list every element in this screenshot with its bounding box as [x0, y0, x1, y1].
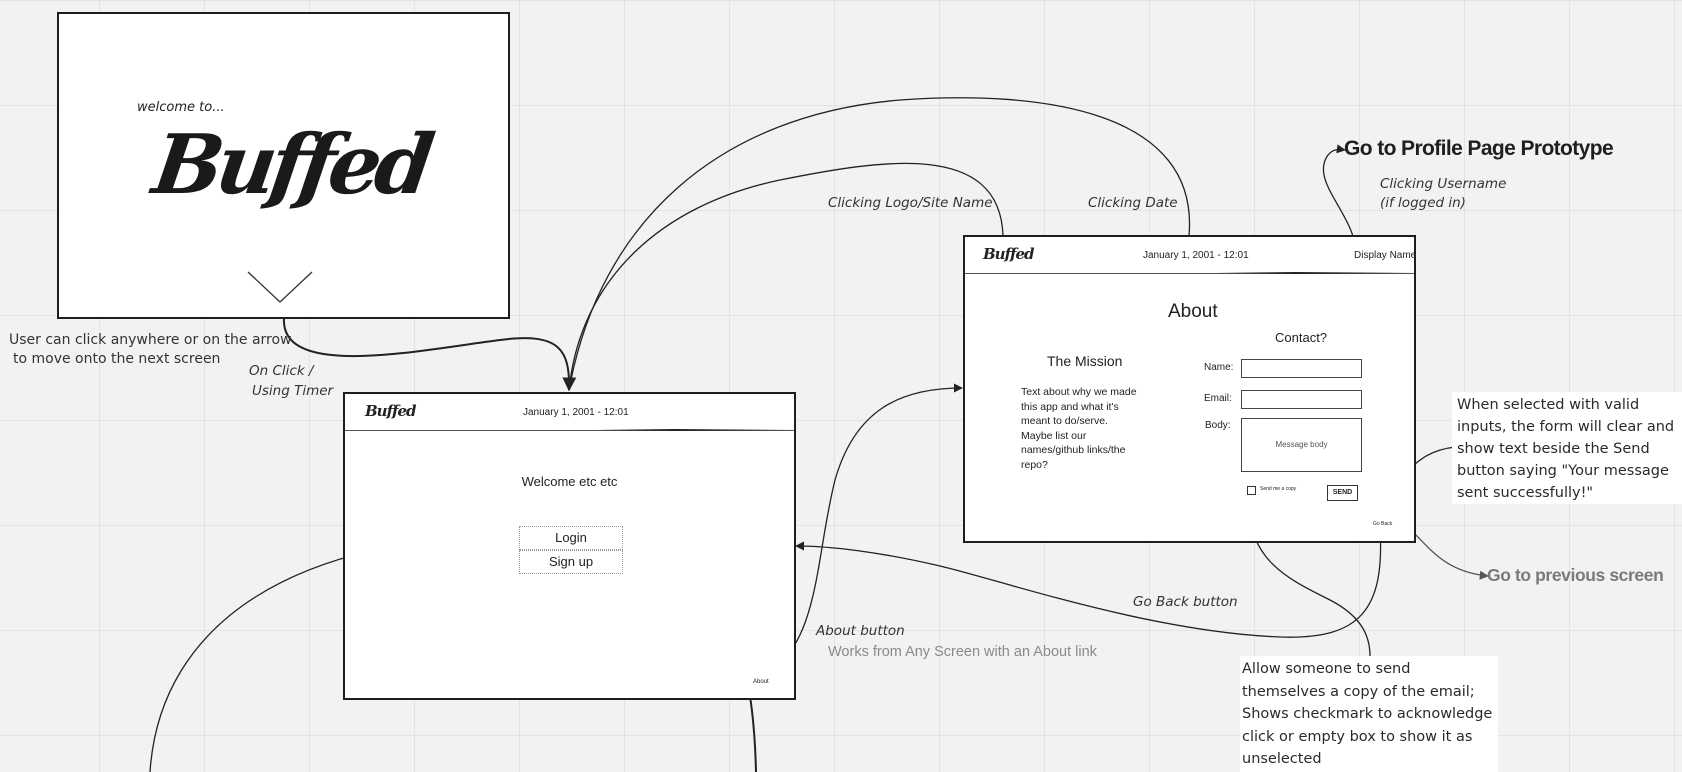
about-display-name[interactable]: Display Name	[1354, 250, 1416, 261]
send-button[interactable]: SEND	[1327, 485, 1358, 501]
send-note-line: When selected with valid	[1457, 397, 1640, 413]
send-note-line: sent successfully!"	[1457, 485, 1594, 501]
name-field[interactable]	[1241, 359, 1362, 378]
connector-welcome-to-home	[282, 317, 577, 392]
about-header-accent	[1215, 272, 1415, 274]
copy-note: Allow someone to send themselves a copy …	[1240, 656, 1498, 772]
home-header-accent	[595, 429, 795, 431]
profile-page-link[interactable]: Go to Profile Page Prototype	[1344, 137, 1614, 161]
copy-note-line: themselves a copy of the email;	[1242, 683, 1475, 700]
copy-note-line: Allow someone to send	[1242, 661, 1411, 677]
email-label: Email:	[1204, 393, 1232, 404]
home-logo[interactable]: Buffed	[365, 402, 417, 420]
body-field[interactable]: Message body	[1241, 418, 1362, 472]
mission-line: this app and what it's	[1021, 400, 1119, 413]
about-screen: Buffed January 1, 2001 - 12:01 Display N…	[963, 235, 1416, 543]
about-button-note: About button	[816, 623, 905, 639]
send-note: When selected with valid inputs, the for…	[1452, 392, 1682, 504]
contact-title: Contact?	[1275, 330, 1328, 345]
on-click-note-line2: Using Timer	[252, 383, 334, 399]
previous-screen-link[interactable]: Go to previous screen	[1487, 565, 1664, 586]
connector-username-to-profile	[1322, 144, 1357, 249]
clicking-username-note-line2: (if logged in)	[1380, 195, 1466, 211]
copy-note-line: Shows checkmark to acknowledge	[1242, 706, 1493, 722]
welcome-screen[interactable]: welcome to... Buffed	[57, 12, 510, 319]
home-header: Buffed January 1, 2001 - 12:01	[345, 394, 794, 431]
clicking-username-note-line1: Clicking Username	[1380, 176, 1507, 192]
welcome-logo: Buffed	[147, 117, 434, 213]
send-copy-label: Send me a copy	[1260, 486, 1297, 492]
home-welcome-text: Welcome etc etc	[521, 474, 618, 489]
send-note-line: button saying "Your message	[1457, 463, 1669, 479]
send-note-line: inputs, the form will clear and	[1457, 419, 1675, 435]
home-date[interactable]: January 1, 2001 - 12:01	[523, 407, 629, 418]
copy-note-line: click or empty box to show it as	[1242, 728, 1473, 745]
send-note-line: show text beside the Send	[1457, 441, 1650, 457]
name-label: Name:	[1204, 362, 1234, 373]
clicking-logo-note: Clicking Logo/Site Name	[828, 195, 993, 211]
mission-line: names/github links/the	[1021, 444, 1126, 457]
mission-title: The Mission	[1047, 353, 1123, 369]
mission-line: Maybe list our	[1021, 429, 1087, 442]
email-field[interactable]	[1241, 390, 1362, 409]
about-title: About	[1168, 301, 1218, 322]
connector-goback-to-home	[795, 527, 1382, 638]
go-back-link[interactable]: Go Back	[1373, 521, 1392, 527]
copy-note-line: unselected	[1242, 751, 1322, 767]
mission-line: meant to do/serve.	[1021, 415, 1108, 428]
about-logo[interactable]: Buffed	[983, 245, 1035, 263]
clicking-date-note: Clicking Date	[1088, 195, 1178, 211]
body-label: Body:	[1205, 420, 1231, 431]
login-button[interactable]: Login	[519, 526, 623, 550]
mission-text: Text about why we made this app and what…	[1021, 385, 1137, 473]
go-back-note: Go Back button	[1133, 594, 1238, 610]
body-placeholder: Message body	[1275, 440, 1328, 449]
send-copy-checkbox[interactable]	[1247, 486, 1256, 495]
next-arrow-icon[interactable]	[246, 270, 314, 306]
about-header: Buffed January 1, 2001 - 12:01 Display N…	[965, 237, 1416, 274]
mission-line: Text about why we made	[1021, 386, 1137, 398]
home-screen: Buffed January 1, 2001 - 12:01 Welcome e…	[343, 392, 796, 700]
signup-button[interactable]: Sign up	[519, 550, 623, 574]
user-click-note-line2: to move onto the next screen	[13, 351, 221, 367]
mission-line: repo?	[1021, 458, 1048, 471]
user-click-note-line1: User can click anywhere or on the arrow	[9, 332, 292, 348]
about-works-note: Works from Any Screen with an About link	[828, 644, 1097, 660]
on-click-note-line1: On Click /	[249, 363, 314, 379]
home-about-link[interactable]: About	[753, 679, 769, 685]
about-date[interactable]: January 1, 2001 - 12:01	[1143, 250, 1249, 261]
